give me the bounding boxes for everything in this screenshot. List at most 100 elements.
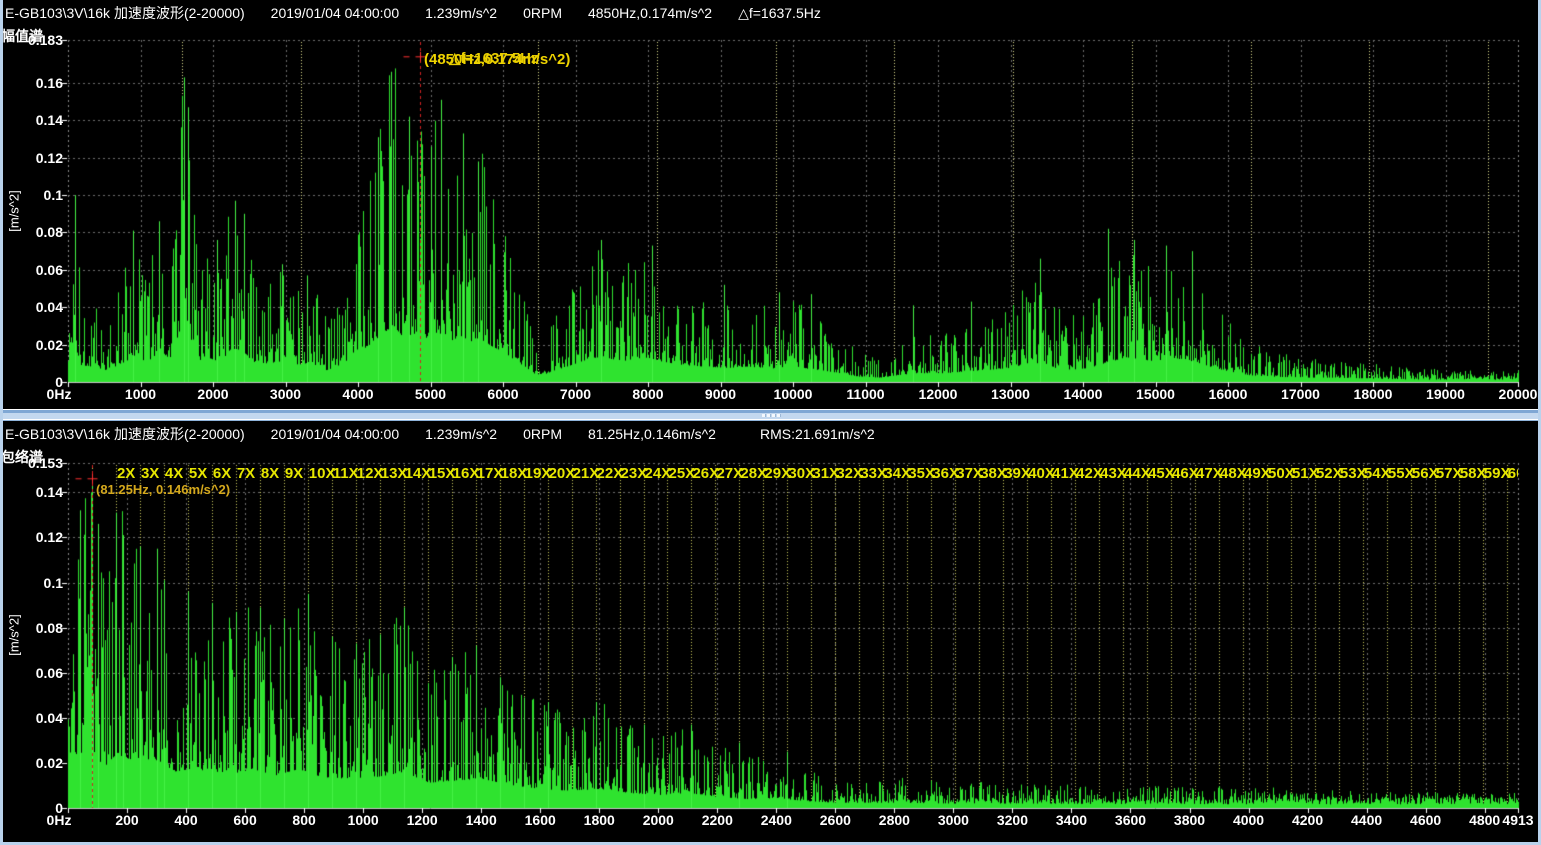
x-tick-label: 19000: [1411, 386, 1481, 402]
harmonic-order-label: 35X: [908, 465, 935, 482]
y-tick-label: 0.1: [0, 575, 63, 591]
y-tick-label: 0.12: [0, 529, 63, 545]
x-tick-label: 7000: [541, 386, 611, 402]
y-tick-label: 0.08: [0, 224, 63, 240]
y-tick-label: 0.06: [0, 262, 63, 278]
harmonic-order-label: 52X: [1316, 465, 1343, 482]
cursor-annotation: (81.25Hz, 0.146m/s^2): [96, 482, 230, 497]
cursor-readout: 4850Hz,0.174m/s^2: [588, 5, 712, 21]
harmonic-order-label: 30X: [788, 465, 815, 482]
x-tick-label: 20000: [1483, 386, 1541, 402]
x-tick-label: 13000: [976, 386, 1046, 402]
harmonic-order-label: 5X: [189, 465, 207, 482]
rpm-readout: 0RPM: [523, 426, 562, 442]
harmonic-order-label: 4X: [165, 465, 183, 482]
harmonic-order-label: 18X: [501, 465, 528, 482]
amplitude-spectrum-plot[interactable]: [0, 0, 1541, 409]
harmonic-order-label: 45X: [1148, 465, 1175, 482]
x-tick-label: 6000: [468, 386, 538, 402]
x-tick-label: 9000: [686, 386, 756, 402]
measurement-datetime: 2019/01/04 04:00:00: [271, 5, 399, 21]
y-max-label: 0.183: [0, 32, 63, 48]
x-tick-label: 4913: [1483, 812, 1541, 828]
channel-title: E-GB103\3V\16k 加速度波形(2-20000): [5, 426, 245, 442]
harmonic-order-label: 7X: [237, 465, 255, 482]
harmonic-order-label: 9X: [285, 465, 303, 482]
x-tick-label: 14000: [1048, 386, 1118, 402]
harmonic-order-label: 48X: [1220, 465, 1247, 482]
harmonic-order-label: 40X: [1028, 465, 1055, 482]
overall-level: 1.239m/s^2: [425, 5, 497, 21]
x-tick-label: 3000: [251, 386, 321, 402]
panel-splitter[interactable]: [0, 409, 1541, 421]
harmonic-order-label: 32X: [836, 465, 863, 482]
harmonic-order-label: 36X: [932, 465, 959, 482]
channel-title: E-GB103\3V\16k 加速度波形(2-20000): [5, 5, 245, 21]
splitter-grip-dot: [767, 414, 771, 417]
x-tick-label: 2000: [178, 386, 248, 402]
harmonic-order-label: 19X: [525, 465, 552, 482]
x-tick-label: 4000: [323, 386, 393, 402]
harmonic-order-label: 49X: [1244, 465, 1271, 482]
x-tick-label: 0Hz: [24, 386, 94, 402]
harmonic-order-label: 31X: [812, 465, 839, 482]
y-tick-label: 0.02: [0, 337, 63, 353]
x-tick-label: 18000: [1338, 386, 1408, 402]
splitter-grip-dot: [762, 414, 766, 417]
y-tick-label: 0.04: [0, 710, 63, 726]
delta-f-readout: △f=1637.5Hz: [738, 5, 821, 21]
harmonic-order-label: 6X: [213, 465, 231, 482]
x-tick-label: 17000: [1266, 386, 1336, 402]
harmonic-order-label: 3X: [141, 465, 159, 482]
harmonic-order-label: 44X: [1124, 465, 1151, 482]
cursor-readout: 81.25Hz,0.146m/s^2: [588, 426, 716, 442]
x-tick-label: 5000: [396, 386, 466, 402]
harmonic-order-label: 43X: [1100, 465, 1127, 482]
harmonic-label-row: 2X3X4X5X6X7X8X9X10X11X12X13X14X15X16X17X…: [68, 465, 1518, 483]
y-tick-label: 0.16: [0, 75, 63, 91]
harmonic-order-label: 8X: [261, 465, 279, 482]
x-tick-label: 12000: [903, 386, 973, 402]
harmonic-order-label: 59X: [1484, 465, 1511, 482]
harmonic-order-label: 55X: [1388, 465, 1415, 482]
window-border-left: [0, 0, 3, 845]
harmonic-order-label: 39X: [1004, 465, 1031, 482]
harmonic-order-label: 11X: [333, 465, 359, 482]
y-tick-label: 0.1: [0, 187, 63, 203]
envelope-spectrum-plot[interactable]: [0, 421, 1541, 842]
x-tick-label: 8000: [613, 386, 683, 402]
harmonic-order-label: 14X: [405, 465, 432, 482]
x-tick-label: 0Hz: [24, 812, 94, 828]
harmonic-order-label: 38X: [980, 465, 1007, 482]
amplitude-spectrum-panel: E-GB103\3V\16k 加速度波形(2-20000) 2019/01/04 …: [0, 0, 1541, 409]
x-tick-label: 15000: [1121, 386, 1191, 402]
x-tick-label: 1000: [106, 386, 176, 402]
harmonic-order-label: 22X: [597, 465, 624, 482]
harmonic-order-label: 53X: [1340, 465, 1367, 482]
harmonic-order-label: 56X: [1412, 465, 1439, 482]
rpm-readout: 0RPM: [523, 5, 562, 21]
harmonic-order-label: 51X: [1292, 465, 1319, 482]
harmonic-order-label: 10X: [309, 465, 336, 482]
harmonic-order-label: 60X: [1508, 465, 1518, 482]
delta-f-annotation: △f=1637.5Hz: [449, 49, 539, 67]
measurement-datetime: 2019/01/04 04:00:00: [271, 426, 399, 442]
y-tick-label: 0.02: [0, 755, 63, 771]
harmonic-order-label: 41X: [1052, 465, 1079, 482]
harmonic-order-label: 12X: [357, 465, 384, 482]
harmonic-order-label: 25X: [668, 465, 695, 482]
harmonic-order-label: 46X: [1172, 465, 1199, 482]
harmonic-order-label: 50X: [1268, 465, 1295, 482]
harmonic-order-label: 21X: [573, 465, 600, 482]
harmonic-order-label: 33X: [860, 465, 887, 482]
harmonic-order-label: 42X: [1076, 465, 1103, 482]
y-tick-label: 0.04: [0, 299, 63, 315]
harmonic-order-label: 27X: [716, 465, 743, 482]
y-max-label: 0.153: [0, 455, 63, 471]
spectrum-analyzer-window: E-GB103\3V\16k 加速度波形(2-20000) 2019/01/04 …: [0, 0, 1541, 845]
harmonic-order-label: 28X: [740, 465, 767, 482]
harmonic-order-label: 47X: [1196, 465, 1223, 482]
envelope-header: E-GB103\3V\16k 加速度波形(2-20000) 2019/01/04 …: [5, 424, 901, 442]
y-tick-label: 0.14: [0, 112, 63, 128]
harmonic-order-label: 17X: [477, 465, 504, 482]
